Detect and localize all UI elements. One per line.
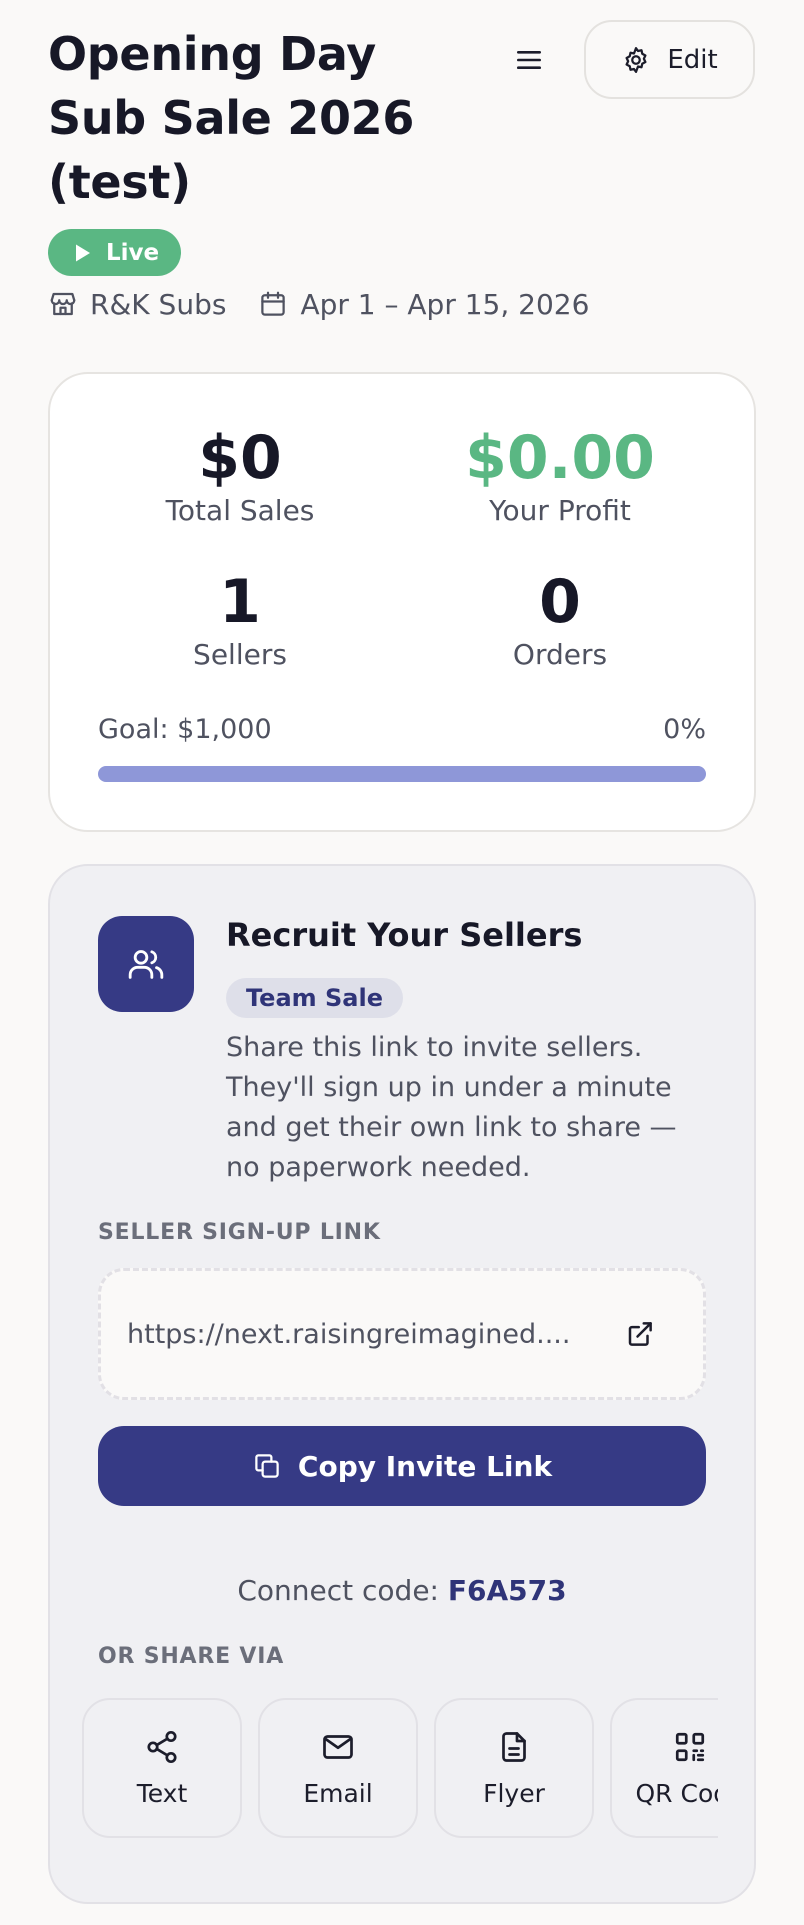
share-via-label: OR SHARE VIA xyxy=(98,1644,285,1669)
sellers-stat: 1 Sellers xyxy=(80,566,400,672)
recruit-description: Share this link to invite sellers. They'… xyxy=(226,1032,677,1183)
storefront-icon xyxy=(48,289,78,319)
recruit-icon-tile xyxy=(98,916,194,1012)
share-qr-code-label: QR Code xyxy=(635,1778,719,1808)
copy-invite-link-label: Copy Invite Link xyxy=(297,1449,553,1483)
connect-code-row: Connect code: F6A573 xyxy=(50,1574,754,1607)
profit-stat: $0.00 Your Profit xyxy=(400,422,720,528)
sellers-value: 1 xyxy=(219,567,261,637)
date-range: Apr 1 – Apr 15, 2026 xyxy=(258,288,589,321)
organization-name: R&K Subs xyxy=(90,287,227,321)
recruit-card: Recruit Your Sellers Team Sale Share thi… xyxy=(48,864,756,1904)
hamburger-menu-icon xyxy=(516,49,542,71)
share-email-label: Email xyxy=(303,1778,373,1808)
sellers-label: Sellers xyxy=(193,638,287,671)
copy-icon xyxy=(252,1451,282,1481)
recruit-title: Recruit Your Sellers xyxy=(226,916,583,954)
profit-label: Your Profit xyxy=(489,494,631,527)
edit-button[interactable]: Edit xyxy=(584,20,755,99)
date-range-text: Apr 1 – Apr 15, 2026 xyxy=(300,287,590,321)
mail-icon xyxy=(320,1729,356,1765)
edit-label: Edit xyxy=(667,44,718,75)
goal-label: Goal: $1,000 xyxy=(98,714,272,745)
external-link-icon[interactable] xyxy=(625,1319,655,1349)
share-text-label: Text xyxy=(136,1778,188,1808)
menu-button[interactable] xyxy=(505,40,553,80)
share-qr-code-button[interactable]: QR Code xyxy=(610,1698,718,1838)
status-badge: Live xyxy=(48,229,181,276)
orders-stat: 0 Orders xyxy=(400,566,720,672)
goal-percent: 0% xyxy=(663,714,706,745)
share-flyer-label: Flyer xyxy=(483,1778,545,1808)
share-email-button[interactable]: Email xyxy=(258,1698,418,1838)
users-icon xyxy=(126,944,166,984)
signup-link-label: SELLER SIGN-UP LINK xyxy=(98,1220,381,1245)
stats-card: $0 Total Sales $0.00 Your Profit 1 Selle… xyxy=(48,372,756,832)
team-sale-badge: Team Sale xyxy=(226,978,404,1018)
orders-value: 0 xyxy=(539,567,581,637)
copy-invite-link-button[interactable]: Copy Invite Link xyxy=(98,1426,706,1506)
calendar-icon xyxy=(258,289,288,319)
qr-code-icon xyxy=(672,1729,708,1765)
sale-meta: R&K Subs Apr 1 – Apr 15, 2026 xyxy=(48,286,589,322)
goal-progress-bar xyxy=(98,766,706,782)
share-icon xyxy=(144,1729,180,1765)
share-text-button[interactable]: Text xyxy=(82,1698,242,1838)
signup-link-url[interactable]: https://next.raisingreimagined.... xyxy=(127,1319,579,1350)
organization: R&K Subs xyxy=(48,288,226,321)
play-icon xyxy=(74,243,92,263)
total-sales-label: Total Sales xyxy=(165,494,315,527)
gear-icon xyxy=(621,45,651,75)
share-options-row[interactable]: Text Email Flyer QR Co xyxy=(82,1698,718,1838)
signup-link-box[interactable]: https://next.raisingreimagined.... xyxy=(98,1268,706,1400)
orders-label: Orders xyxy=(512,638,608,671)
total-sales-stat: $0 Total Sales xyxy=(80,422,400,528)
document-icon xyxy=(496,1729,532,1765)
share-flyer-button[interactable]: Flyer xyxy=(434,1698,594,1838)
connect-code: F6A573 xyxy=(447,1574,567,1607)
page-title: Opening Day Sub Sale 2026 (test) xyxy=(48,27,415,209)
goal-row: Goal: $1,000 0% xyxy=(98,714,706,745)
profit-value: $0.00 xyxy=(465,423,655,493)
status-label: Live xyxy=(106,239,160,266)
total-sales-value: $0 xyxy=(198,423,282,493)
connect-code-label: Connect code: xyxy=(237,1574,439,1607)
